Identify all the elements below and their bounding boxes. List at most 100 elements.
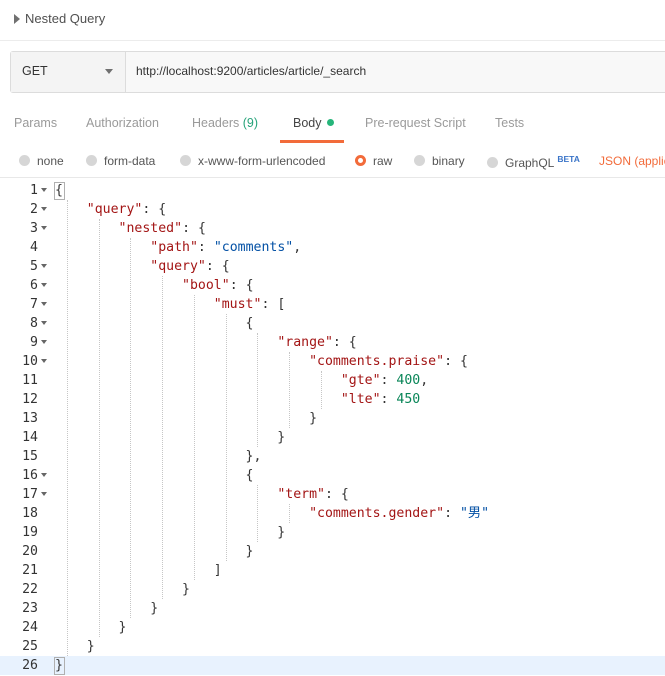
code-text: } [55, 620, 127, 635]
request-name: Nested Query [25, 11, 106, 26]
radio-icon [414, 155, 425, 166]
tab-tests[interactable]: Tests [495, 116, 524, 130]
fold-arrow-icon[interactable] [41, 340, 47, 344]
code-text: "range": { [277, 335, 357, 350]
code-line[interactable]: 16 { [0, 466, 665, 485]
code-text: "query": { [86, 202, 167, 217]
fold-arrow-icon[interactable] [41, 264, 47, 268]
line-number: 23 [22, 601, 38, 616]
code-text: } [55, 601, 159, 616]
code-line[interactable]: 11 "gte": 400, [0, 371, 665, 390]
tab-authorization[interactable]: Authorization [86, 116, 159, 130]
line-number: 15 [22, 449, 38, 464]
fold-arrow-icon[interactable] [41, 283, 47, 287]
line-number: 25 [22, 639, 38, 654]
code-line[interactable]: 1{ [0, 181, 665, 200]
code-line[interactable]: 21 ] [0, 561, 665, 580]
radio-urlencoded[interactable]: x-www-form-urlencoded [180, 154, 325, 168]
code-line[interactable]: 10 "comments.praise": { [0, 352, 665, 371]
code-text: } [55, 544, 254, 559]
fold-arrow-icon[interactable] [41, 207, 47, 211]
code-text: "comments.gender": "男" [309, 506, 490, 521]
code-line[interactable]: 5 "query": { [0, 257, 665, 276]
fold-arrow-icon[interactable] [41, 359, 47, 363]
line-number: 16 [22, 468, 38, 483]
code-line[interactable]: 23 } [0, 599, 665, 618]
content-type-dropdown[interactable]: JSON (applic [599, 154, 665, 168]
line-number: 1 [30, 183, 38, 198]
fold-arrow-icon[interactable] [41, 188, 47, 192]
code-line[interactable]: 15 }, [0, 447, 665, 466]
code-line[interactable]: 9 "range": { [0, 333, 665, 352]
code-line[interactable]: 14 } [0, 428, 665, 447]
radio-binary[interactable]: binary [414, 154, 465, 168]
code-text: { [55, 316, 254, 331]
tab-headers[interactable]: Headers (9) [192, 116, 258, 130]
bracket-match-highlight [54, 182, 65, 200]
line-number: 7 [30, 297, 38, 312]
radio-form-data-label: form-data [104, 154, 156, 168]
code-line[interactable]: 2 "query": { [0, 200, 665, 219]
radio-icon [180, 155, 191, 166]
code-line[interactable]: 20 } [0, 542, 665, 561]
line-number: 3 [30, 221, 38, 236]
radio-icon [487, 157, 498, 168]
code-text: "lte": 450 [340, 392, 421, 407]
line-number: 5 [30, 259, 38, 274]
line-number: 22 [22, 582, 38, 597]
radio-graphql[interactable]: GraphQL BETA [487, 154, 580, 170]
radio-selected-icon [355, 155, 366, 166]
request-bar: GET http://localhost:9200/articles/artic… [10, 51, 665, 93]
fold-arrow-icon[interactable] [41, 473, 47, 477]
radio-none[interactable]: none [19, 154, 64, 168]
code-line[interactable]: 12 "lte": 450 [0, 390, 665, 409]
code-line[interactable]: 26} [0, 656, 665, 675]
fold-arrow-icon[interactable] [41, 302, 47, 306]
fold-arrow-icon[interactable] [41, 226, 47, 230]
method-select[interactable]: GET [11, 52, 126, 92]
indent-guide [66, 200, 68, 656]
tab-pre-request-script[interactable]: Pre-request Script [365, 116, 466, 130]
radio-raw-label: raw [373, 154, 393, 168]
code-line[interactable]: 13 } [0, 409, 665, 428]
radio-icon [19, 155, 30, 166]
code-line[interactable]: 3 "nested": { [0, 219, 665, 238]
beta-badge: BETA [557, 154, 580, 164]
code-text: "bool": { [182, 278, 254, 293]
line-number: 19 [22, 525, 38, 540]
radio-none-label: none [37, 154, 64, 168]
code-line[interactable]: 22 } [0, 580, 665, 599]
radio-form-data[interactable]: form-data [86, 154, 155, 168]
line-number: 20 [22, 544, 38, 559]
line-number: 17 [22, 487, 38, 502]
code-text: } [55, 525, 286, 540]
code-line[interactable]: 7 "must": [ [0, 295, 665, 314]
code-line[interactable]: 6 "bool": { [0, 276, 665, 295]
request-title-bar[interactable]: Nested Query [0, 0, 665, 41]
code-text: } [55, 639, 95, 654]
radio-binary-label: binary [432, 154, 465, 168]
code-line[interactable]: 8 { [0, 314, 665, 333]
code-text: "nested": { [118, 221, 206, 236]
indent-guide [321, 371, 322, 409]
fold-arrow-icon[interactable] [41, 321, 47, 325]
fold-arrow-icon[interactable] [41, 492, 47, 496]
tab-params[interactable]: Params [14, 116, 57, 130]
indent-guide [98, 219, 100, 637]
code-line[interactable]: 4 "path": "comments", [0, 238, 665, 257]
url-input[interactable]: http://localhost:9200/articles/article/_… [136, 64, 366, 78]
code-editor[interactable]: 1{2 "query": {3 "nested": {4 "path": "co… [0, 181, 665, 676]
code-line[interactable]: 19 } [0, 523, 665, 542]
code-line[interactable]: 25 } [0, 637, 665, 656]
code-line[interactable]: 18 "comments.gender": "男" [0, 504, 665, 523]
code-line[interactable]: 24 } [0, 618, 665, 637]
code-text: "path": "comments", [150, 240, 302, 255]
radio-raw[interactable]: raw [355, 154, 392, 168]
code-line[interactable]: 17 "term": { [0, 485, 665, 504]
headers-count-badge: (9) [242, 116, 259, 130]
tab-body[interactable]: Body [293, 116, 334, 130]
code-text: } [55, 582, 190, 597]
radio-icon [86, 155, 97, 166]
indent-guide [193, 295, 195, 580]
caret-right-icon[interactable] [14, 14, 20, 24]
